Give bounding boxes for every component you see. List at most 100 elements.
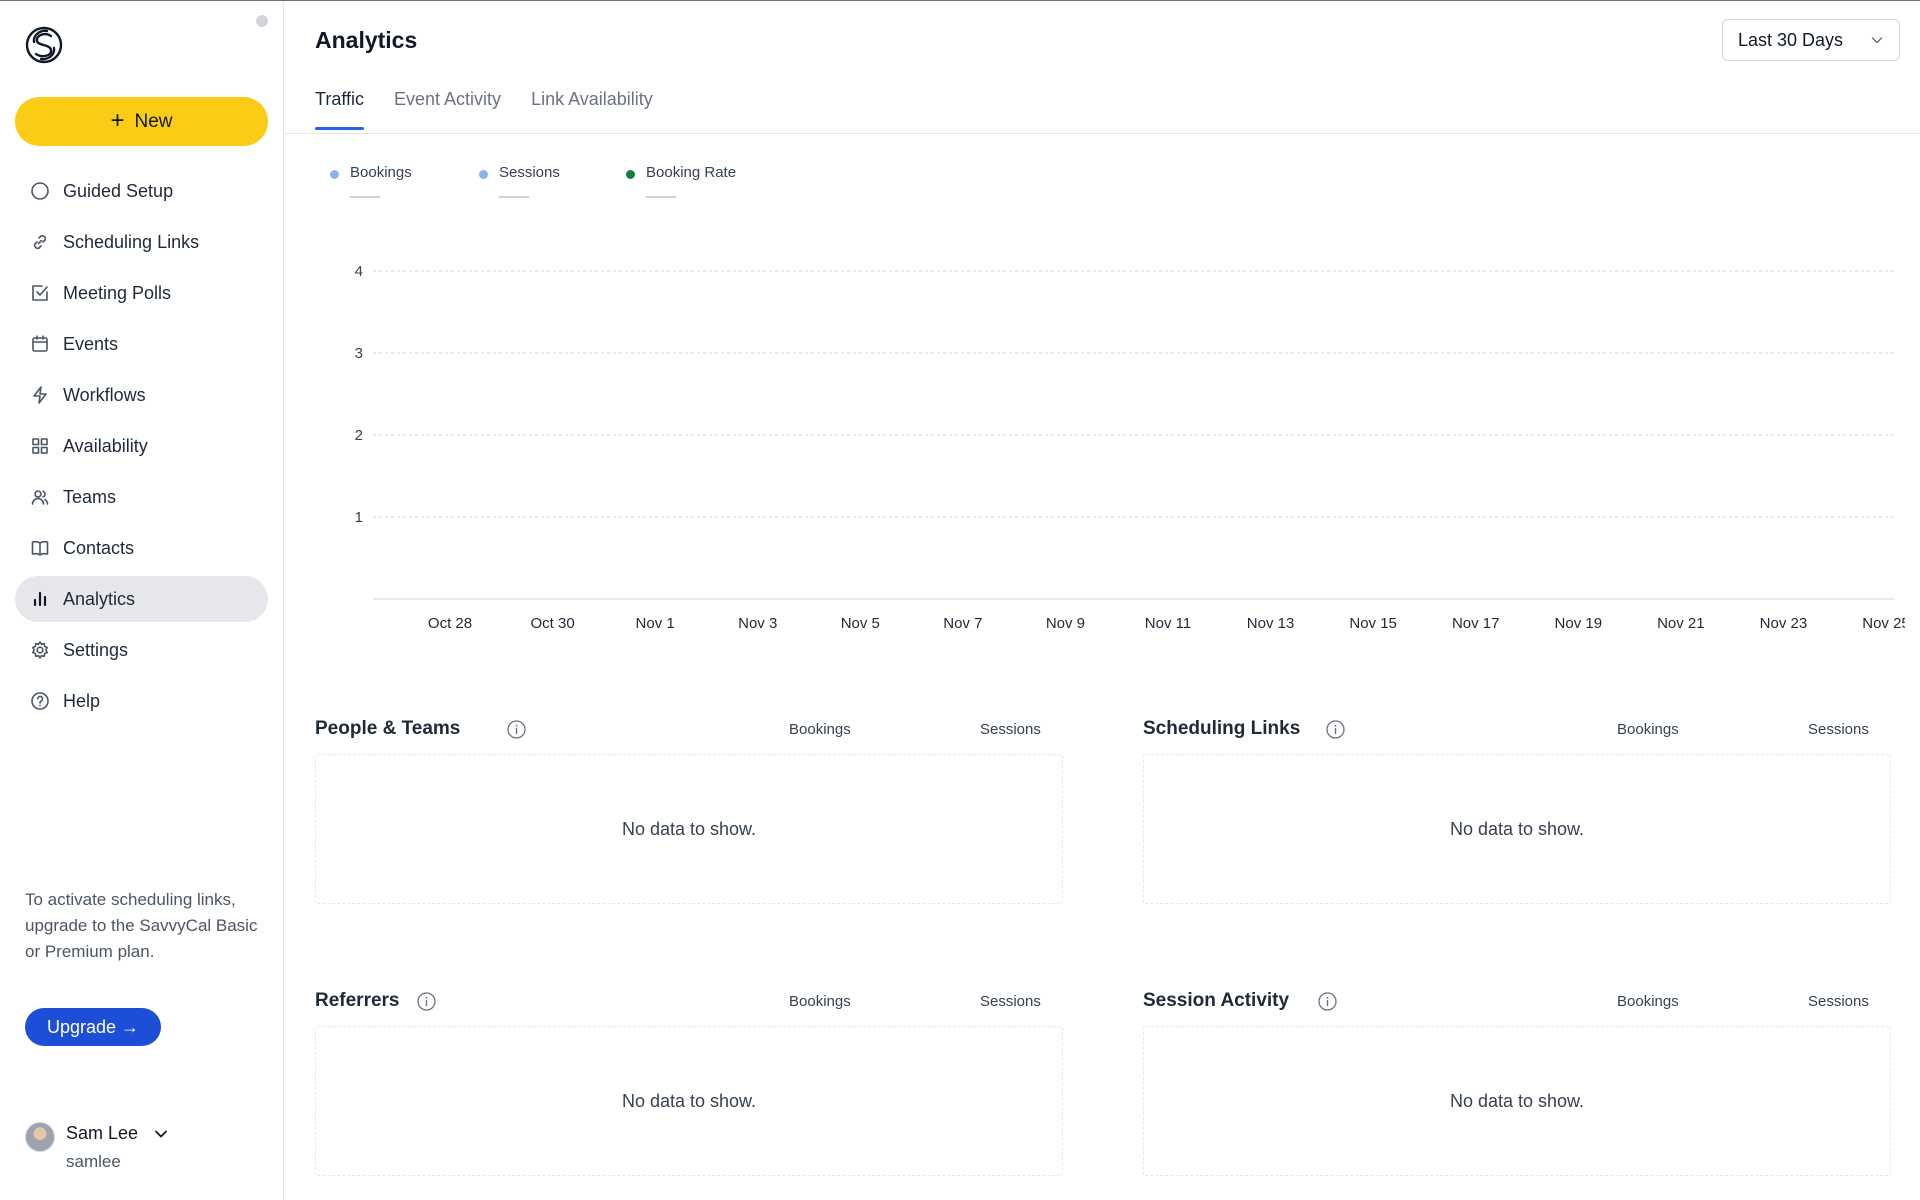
sidebar-item-label: Meeting Polls [63,282,172,303]
x-tick-label: Nov 1 [636,615,675,632]
tab-traffic[interactable]: Traffic [315,89,365,130]
chevron-down-icon [1871,37,1883,44]
date-range-select[interactable]: Last 30 Days [1722,19,1900,61]
sidebar-item-settings[interactable]: Settings [15,627,268,673]
savvycal-logo[interactable] [24,25,64,65]
chevron-down-icon[interactable] [152,1125,170,1143]
grid-icon [29,435,51,457]
sidebar-item-meeting-polls[interactable]: Meeting Polls [15,270,268,316]
legend-value: —— [499,188,529,205]
y-tick-label: 3 [355,345,363,362]
x-tick-label: Nov 11 [1145,615,1191,632]
empty-state: No data to show. [315,754,1063,904]
x-tick-label: Nov 3 [738,615,777,632]
tab-link-availability[interactable]: Link Availability [531,89,653,130]
x-tick-label: Nov 15 [1349,615,1397,632]
legend-value: —— [646,188,676,205]
user-handle: samlee [66,1152,121,1171]
analytics-tabs: Traffic Event Activity Link Availability [315,89,653,130]
sidebar-item-availability[interactable]: Availability [15,423,268,469]
column-header-sessions[interactable]: Sessions [980,993,1041,1010]
sidebar-item-analytics[interactable]: Analytics [15,576,268,622]
sidebar-item-help[interactable]: Help [15,678,268,724]
panel-title: People & Teams [315,718,461,739]
sidebar-item-label: Teams [63,486,117,507]
sidebar-item-label: Settings [63,639,129,660]
panel-title: Referrers [315,990,400,1011]
info-icon[interactable] [506,719,527,740]
legend-label: Booking Rate [646,164,737,181]
empty-state: No data to show. [315,1026,1063,1176]
new-button-label: New [134,110,173,132]
book-icon [29,537,51,559]
avatar[interactable] [25,1122,55,1152]
column-header-bookings[interactable]: Bookings [1617,993,1679,1010]
x-tick-label: Nov 9 [1046,615,1085,632]
x-tick-label: Oct 28 [428,615,472,632]
sidebar-item-teams[interactable]: Teams [15,474,268,520]
panel-title: Session Activity [1143,990,1290,1011]
legend-value: —— [350,188,380,205]
x-tick-label: Nov 7 [943,615,982,632]
sidebar-item-label: Workflows [63,384,146,405]
empty-state: No data to show. [1143,1026,1891,1176]
upgrade-button[interactable]: Upgrade → [25,1008,162,1046]
info-icon[interactable] [1317,991,1338,1012]
column-header-bookings[interactable]: Bookings [789,721,851,738]
x-tick-label: Nov 5 [841,615,880,632]
x-tick-label: Nov 17 [1452,615,1500,632]
legend-label: Bookings [350,164,412,181]
legend-dot [626,170,635,179]
x-tick-label: Nov 19 [1555,615,1603,632]
sidebar-item-label: Availability [63,435,148,456]
column-header-sessions[interactable]: Sessions [1808,721,1869,738]
sidebar-item-label: Contacts [63,537,135,558]
legend-dot [479,170,488,179]
y-tick-label: 1 [355,509,363,526]
x-tick-label: Nov 25 [1862,615,1905,632]
empty-state: No data to show. [1143,754,1891,904]
new-button[interactable]: + New [15,97,268,146]
sidebar-nav: Guided Setup Scheduling Links Meeting Po… [15,168,268,729]
x-tick-label: Nov 23 [1760,615,1808,632]
column-header-sessions[interactable]: Sessions [1808,993,1869,1010]
legend-dot [330,170,339,179]
gear-icon [29,639,51,661]
sidebar-item-events[interactable]: Events [15,321,268,367]
plus-icon: + [110,106,125,134]
sidebar-item-label: Scheduling Links [63,231,200,252]
bar-chart-icon [29,588,51,610]
info-icon[interactable] [416,991,437,1012]
column-header-bookings[interactable]: Bookings [1617,721,1679,738]
x-tick-label: Oct 30 [530,615,574,632]
panel-title: Scheduling Links [1143,718,1301,739]
tab-event-activity[interactable]: Event Activity [394,89,501,130]
status-dot [256,15,268,27]
column-header-sessions[interactable]: Sessions [980,721,1041,738]
sidebar-item-label: Help [63,690,101,711]
main-content: Analytics Last 30 Days Traffic Event Act… [284,1,1920,1200]
y-tick-label: 4 [355,263,363,280]
traffic-chart: 1 2 3 4 Oct 28 Oct 30 Nov 1 Nov 3 Nov 5 Nov 7 Nov … [355,263,1905,632]
x-tick-label: Nov 21 [1657,615,1705,632]
sidebar-item-scheduling-links[interactable]: Scheduling Links [15,219,268,265]
sidebar-item-guided-setup[interactable]: Guided Setup [15,168,268,214]
column-header-bookings[interactable]: Bookings [789,993,851,1010]
bolt-icon [29,384,51,406]
sidebar: + New Guided Setup Scheduling Links Meet… [0,1,284,1200]
checkbox-icon [29,282,51,304]
date-range-value: Last 30 Days [1738,29,1844,50]
sidebar-item-label: Events [63,333,119,354]
circle-icon [29,180,51,202]
user-name[interactable]: Sam Lee [66,1123,138,1144]
page-title: Analytics [315,27,418,53]
sidebar-item-label: Analytics [63,588,136,609]
upgrade-notice: To activate scheduling links, upgrade to… [25,890,258,961]
legend-label: Sessions [499,164,560,181]
sidebar-item-contacts[interactable]: Contacts [15,525,268,571]
sidebar-item-workflows[interactable]: Workflows [15,372,268,418]
x-tick-label: Nov 13 [1247,615,1295,632]
info-icon[interactable] [1325,719,1346,740]
question-icon [29,690,51,712]
tabs-divider [284,133,1920,134]
